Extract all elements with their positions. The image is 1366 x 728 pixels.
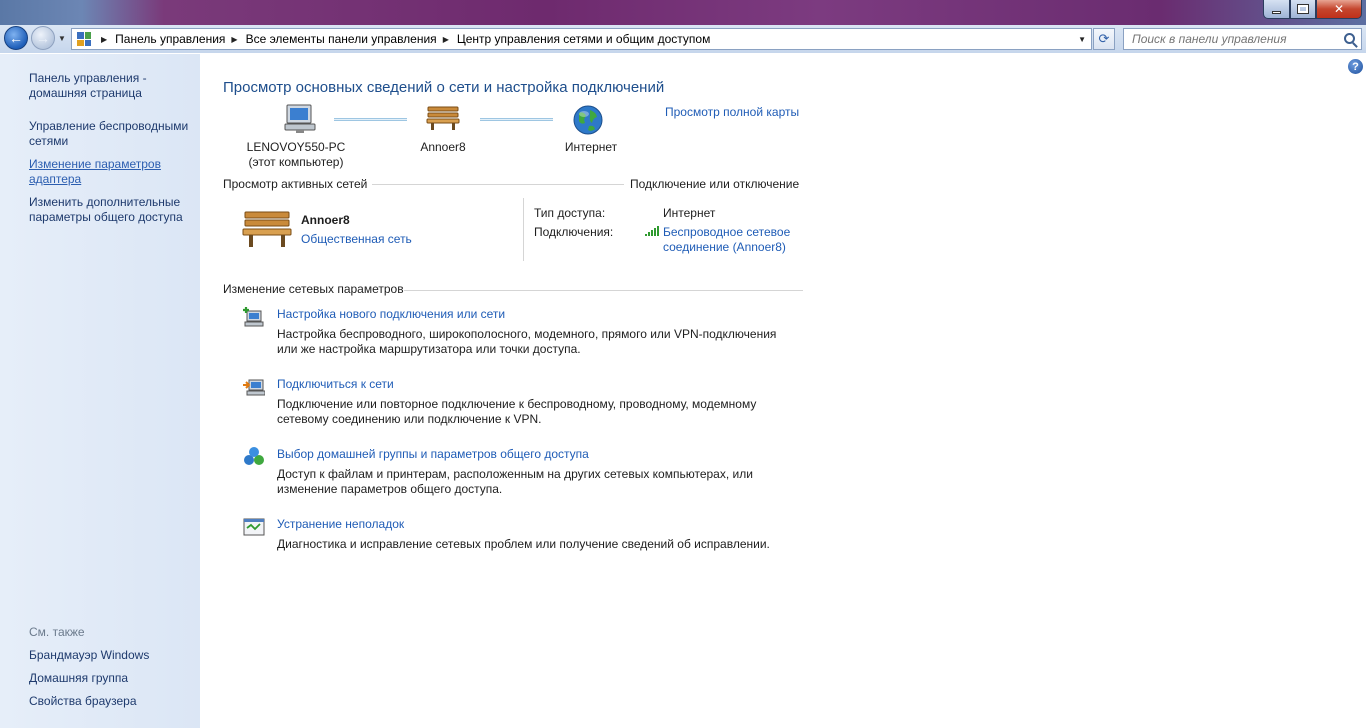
navigation-bar: ← → ▼ ▶ Панель управления ▶ Все элементы…: [0, 25, 1366, 53]
maximize-icon: [1297, 4, 1309, 14]
connections-label: Подключения:: [534, 225, 614, 239]
divider: [404, 290, 803, 291]
bench-icon: [426, 105, 460, 134]
active-network-name: Annoer8: [301, 213, 350, 227]
access-type-value: Интернет: [663, 206, 716, 220]
sidebar-item-adapter[interactable]: Изменение параметров адаптера: [29, 157, 174, 187]
refresh-icon: ⟳: [1098, 31, 1110, 46]
see-also-homegroup[interactable]: Домашняя группа: [29, 671, 128, 685]
search-icon[interactable]: [1344, 33, 1355, 44]
see-also-browser[interactable]: Свойства браузера: [29, 694, 137, 708]
divider: [372, 184, 624, 185]
task-connect-link[interactable]: Подключиться к сети: [277, 377, 394, 391]
sidebar-item-sharing[interactable]: Изменить дополнительные параметры общего…: [29, 195, 194, 225]
connect-network-icon: [243, 376, 266, 398]
task-homegroup-desc: Доступ к файлам и принтерам, расположенн…: [277, 467, 807, 497]
map-network[interactable]: Annoer8: [403, 140, 483, 155]
back-arrow-icon: ←: [9, 30, 23, 46]
history-dropdown-icon[interactable]: ▼: [58, 34, 66, 43]
task-desc-line: Настройка беспроводного, широкополосного…: [277, 327, 777, 341]
breadcrumb-all-items[interactable]: Все элементы панели управления: [246, 32, 437, 46]
sidebar-item-home[interactable]: Панель управления - домашняя страница: [29, 71, 179, 101]
computer-icon: [283, 103, 317, 138]
see-also-firewall[interactable]: Брандмауэр Windows: [29, 648, 149, 662]
address-dropdown-icon[interactable]: ▼: [1078, 35, 1086, 44]
connection-line2: соединение (Annoer8): [663, 240, 786, 254]
network-type-link[interactable]: Общественная сеть: [301, 232, 412, 246]
task-desc-line: Диагностика и исправление сетевых пробле…: [277, 537, 770, 551]
task-homegroup-link[interactable]: Выбор домашней группы и параметров общег…: [277, 447, 589, 461]
task-troubleshoot-desc: Диагностика и исправление сетевых пробле…: [277, 537, 807, 552]
window-titlebar[interactable]: ✕: [0, 0, 1366, 27]
minimize-icon: [1272, 11, 1281, 14]
computer-sub: (этот компьютер): [248, 155, 344, 169]
task-desc-line: сетевому соединению или подключение к VP…: [277, 412, 542, 426]
search-input[interactable]: [1124, 32, 1334, 46]
globe-icon: [572, 104, 604, 139]
search-box[interactable]: [1123, 28, 1362, 50]
chevron-right-icon[interactable]: ▶: [231, 35, 237, 44]
chevron-right-icon[interactable]: ▶: [101, 35, 107, 44]
forward-arrow-icon: →: [36, 30, 50, 46]
map-computer[interactable]: LENOVOY550-PC (этот компьютер): [236, 140, 356, 170]
task-desc-line: Доступ к файлам и принтерам, расположенн…: [277, 467, 753, 481]
wireless-connection-link[interactable]: Беспроводное сетевое соединение (Annoer8…: [663, 225, 790, 255]
computer-name: LENOVOY550-PC: [246, 140, 346, 154]
task-troubleshoot-link[interactable]: Устранение неполадок: [277, 517, 404, 531]
close-button[interactable]: ✕: [1316, 0, 1362, 19]
task-new-connection-link[interactable]: Настройка нового подключения или сети: [277, 307, 505, 321]
chevron-right-icon[interactable]: ▶: [443, 35, 449, 44]
window-controls: ✕: [1263, 0, 1362, 19]
close-icon: ✕: [1333, 2, 1345, 16]
back-button[interactable]: ←: [4, 26, 28, 50]
minimize-button[interactable]: [1263, 0, 1290, 19]
connect-disconnect-link[interactable]: Подключение или отключение: [630, 177, 799, 191]
task-desc-line: или же настройка маршрутизатора или точк…: [277, 342, 581, 356]
maximize-button[interactable]: [1290, 0, 1316, 19]
see-also-heading: См. также: [29, 625, 85, 639]
bench-large-icon: [242, 210, 292, 251]
help-icon: ?: [1352, 60, 1359, 73]
full-map-link[interactable]: Просмотр полной карты: [665, 105, 799, 119]
refresh-button[interactable]: ⟳: [1093, 28, 1115, 50]
task-connect-desc: Подключение или повторное подключение к …: [277, 397, 807, 427]
connection-line1: Беспроводное сетевое: [663, 225, 791, 239]
homegroup-icon: [243, 446, 265, 468]
connection-line: [480, 118, 553, 121]
control-panel-icon: [77, 32, 91, 46]
active-networks-heading: Просмотр активных сетей: [223, 177, 368, 191]
breadcrumb-control-panel[interactable]: Панель управления: [115, 32, 225, 46]
task-desc-line: Подключение или повторное подключение к …: [277, 397, 757, 411]
change-settings-heading: Изменение сетевых параметров: [223, 282, 404, 296]
access-type-label: Тип доступа:: [534, 206, 606, 220]
address-bar[interactable]: ▶ Панель управления ▶ Все элементы панел…: [71, 28, 1092, 50]
forward-button[interactable]: →: [31, 26, 55, 50]
troubleshoot-icon: [243, 516, 265, 538]
connection-line: [334, 118, 407, 121]
sidebar-item-wireless[interactable]: Управление беспроводными сетями: [29, 119, 199, 149]
vertical-divider: [523, 198, 524, 261]
signal-strength-icon: [645, 226, 659, 236]
breadcrumb-network-center[interactable]: Центр управления сетями и общим доступом: [457, 32, 711, 46]
new-connection-icon: [243, 306, 265, 328]
task-desc-line: изменение параметров общего доступа.: [277, 482, 503, 496]
page-title: Просмотр основных сведений о сети и наст…: [223, 79, 665, 96]
map-internet[interactable]: Интернет: [551, 140, 631, 155]
help-button[interactable]: ?: [1348, 59, 1363, 74]
task-new-connection-desc: Настройка беспроводного, широкополосного…: [277, 327, 807, 357]
